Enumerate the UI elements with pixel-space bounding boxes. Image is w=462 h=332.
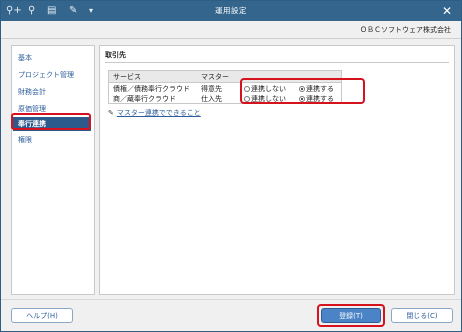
settings-window: ⚲+ ⚲ ▤ ✎ ▾ 運用設定 ✕ ＯＢＣソフトウェア株式会社 基本 プロジェク… [0,0,462,332]
master-link[interactable]: ✎ マスター連携でできること [108,108,201,118]
sidebar-item-basic[interactable]: 基本 [13,51,91,65]
footer-divider [1,299,461,300]
main-panel: 取引先 サービス マスター 債権／債務奉行クラウド 得意先 連携しない 連携する… [99,45,455,295]
master-link-label[interactable]: マスター連携でできること [117,109,201,117]
help-button[interactable]: ヘルプ(H) [11,308,73,323]
sidebar-item-finance[interactable]: 財務会計 [13,85,91,99]
highlight-sidebar [11,113,91,130]
sidebar: 基本 プロジェクト管理 財務会計 原価管理 奉行連携 権限 [11,45,95,295]
window-title: 運用設定 [215,6,247,15]
section-divider [105,62,449,63]
sidebar-item-project[interactable]: プロジェクト管理 [13,68,91,82]
header-master: マスター [201,73,229,81]
close-icon[interactable]: ✕ [442,3,452,19]
section-title: 取引先 [105,51,126,59]
company-name: ＯＢＣソフトウェア株式会社 [360,26,451,34]
highlight-radio-group [240,78,365,104]
sidebar-item-permission[interactable]: 権限 [13,133,91,147]
close-button[interactable]: 閉じる(C) [391,308,453,323]
highlight-register [317,304,385,327]
title-bar: ⚲+ ⚲ ▤ ✎ ▾ 運用設定 ✕ [1,1,461,21]
row-service: 商／蔵奉行クラウド [113,95,176,103]
header-divider [1,38,461,39]
row-master: 仕入先 [201,95,222,103]
edit-icon: ✎ [108,109,114,117]
header-service: サービス [113,73,141,81]
